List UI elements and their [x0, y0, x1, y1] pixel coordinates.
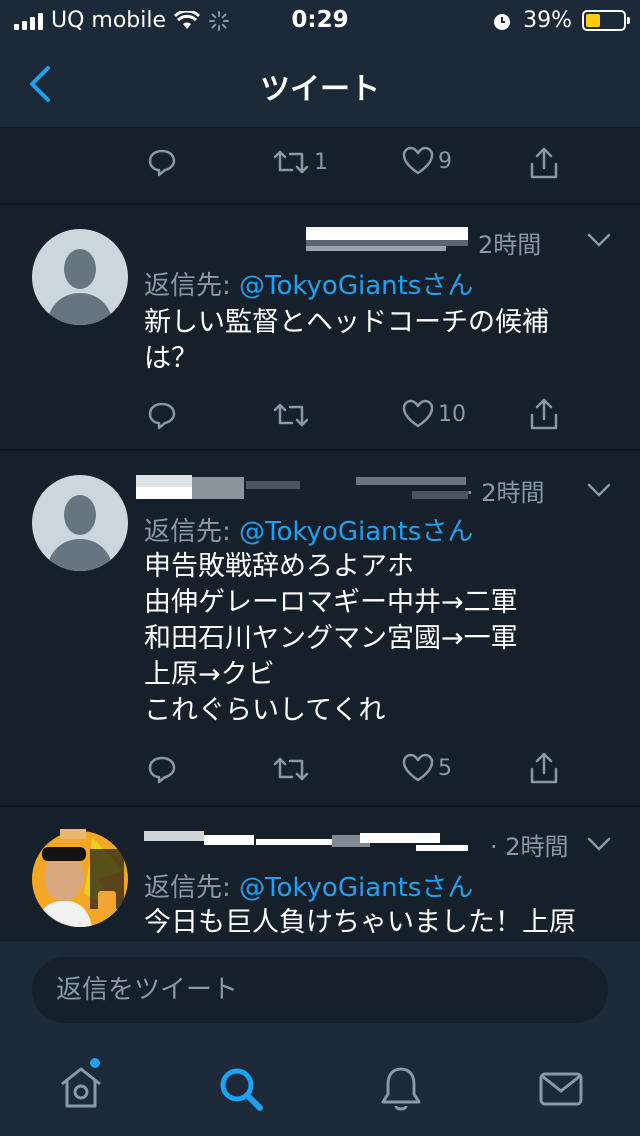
reply-icon	[148, 402, 176, 430]
retweet-icon	[273, 150, 309, 174]
chevron-down-icon[interactable]	[586, 481, 612, 499]
reply-to-handle[interactable]: @TokyoGiantsさん	[239, 873, 473, 903]
reply-to-handle[interactable]: @TokyoGiantsさん	[239, 271, 473, 301]
retweet-button[interactable]	[272, 753, 310, 785]
share-icon	[530, 752, 558, 784]
share-button[interactable]	[528, 397, 560, 431]
default-profile-icon	[46, 495, 114, 571]
heart-icon	[402, 399, 434, 428]
tweet-time: 2時間	[478, 231, 542, 259]
tab-bar	[0, 1034, 640, 1136]
notification-dot	[90, 1058, 100, 1068]
share-button[interactable]	[528, 146, 560, 180]
battery-percent: 39%	[523, 8, 572, 33]
like-button[interactable]: 10	[402, 399, 466, 429]
tweet-text-line: 上原→クビ	[144, 659, 275, 690]
reply-tweet[interactable]: 2時間 返信先: @TokyoGiantsさん 新しい監督とヘッドコーチの候補は…	[0, 205, 640, 449]
tweet-text: 今日も巨人負けちゃいました！上原	[144, 907, 576, 938]
avatar[interactable]	[32, 475, 128, 571]
nav-bar: ツイート	[0, 40, 640, 128]
status-right: 39%	[491, 8, 630, 33]
reply-tweet[interactable]: · 2時間 返信先: @TokyoGiantsさん 申告敗戦辞めろよアホ 由伸ゲ…	[0, 451, 640, 805]
reply-to-prefix: 返信先:	[144, 517, 240, 547]
redacted-username	[136, 475, 468, 501]
reply-button[interactable]	[146, 146, 178, 178]
like-count: 10	[438, 401, 466, 427]
retweet-count: 1	[314, 149, 328, 175]
tweet-time: · 2時間	[490, 833, 569, 861]
bell-icon[interactable]	[376, 1064, 426, 1114]
tweet-text-line: 申告敗戦辞めろよアホ	[144, 551, 414, 582]
search-icon[interactable]	[216, 1064, 266, 1114]
like-count: 5	[438, 755, 452, 781]
reply-input[interactable]: 返信をツイート	[32, 957, 608, 1023]
reply-icon	[148, 149, 176, 177]
main-tweet-actions: 1 9	[0, 146, 640, 186]
default-profile-icon	[46, 249, 114, 325]
retweet-icon	[273, 403, 309, 427]
reply-to-prefix: 返信先:	[144, 873, 240, 903]
tweet-text-line: 由伸ゲレーロマギー中井→二軍	[144, 587, 518, 618]
share-icon	[530, 398, 558, 430]
status-bar: UQ mobile 0:29 39%	[0, 0, 640, 40]
reply-button[interactable]	[146, 399, 178, 431]
reply-to-handle[interactable]: @TokyoGiantsさん	[239, 517, 473, 547]
tweet-time: · 2時間	[466, 479, 545, 507]
tweet-text: 新しい監督とヘッドコーチの候補は？	[144, 307, 549, 374]
heart-icon	[402, 146, 434, 175]
like-button[interactable]: 9	[402, 146, 452, 176]
like-count: 9	[438, 148, 452, 174]
chevron-down-icon[interactable]	[586, 835, 612, 853]
heart-icon	[402, 753, 434, 782]
reply-to: 返信先: @TokyoGiantsさん	[144, 511, 473, 548]
reply-to: 返信先: @TokyoGiantsさん	[144, 265, 473, 302]
share-icon	[530, 147, 558, 179]
alarm-icon	[494, 13, 511, 30]
battery-icon	[582, 10, 630, 31]
retweet-icon	[273, 757, 309, 781]
retweet-button[interactable]: 1	[272, 146, 328, 178]
reply-button[interactable]	[146, 753, 178, 785]
page-title: ツイート	[260, 72, 380, 107]
reply-to-prefix: 返信先:	[144, 271, 240, 301]
home-icon[interactable]	[56, 1062, 106, 1112]
reply-to: 返信先: @TokyoGiantsさん	[144, 867, 473, 904]
tweet-text-line: これぐらいしてくれ	[144, 695, 386, 726]
tweet-text: 申告敗戦辞めろよアホ 由伸ゲレーロマギー中井→二軍 和田石川ヤングマン宮國→一軍…	[144, 549, 614, 729]
retweet-button[interactable]	[272, 399, 310, 431]
chevron-down-icon[interactable]	[586, 231, 612, 249]
reply-tweet[interactable]: · 2時間 返信先: @TokyoGiantsさん 今日も巨人負けちゃいました！…	[0, 807, 640, 940]
share-button[interactable]	[528, 751, 560, 785]
reply-icon	[148, 756, 176, 784]
avatar[interactable]	[32, 229, 128, 325]
tweet-text-line: 和田石川ヤングマン宮國→一軍	[144, 623, 518, 654]
reply-bar: 返信をツイート	[0, 940, 640, 1034]
redacted-username	[306, 227, 468, 251]
redacted-username	[60, 829, 468, 855]
like-button[interactable]: 5	[402, 753, 452, 783]
mail-icon[interactable]	[536, 1064, 586, 1114]
